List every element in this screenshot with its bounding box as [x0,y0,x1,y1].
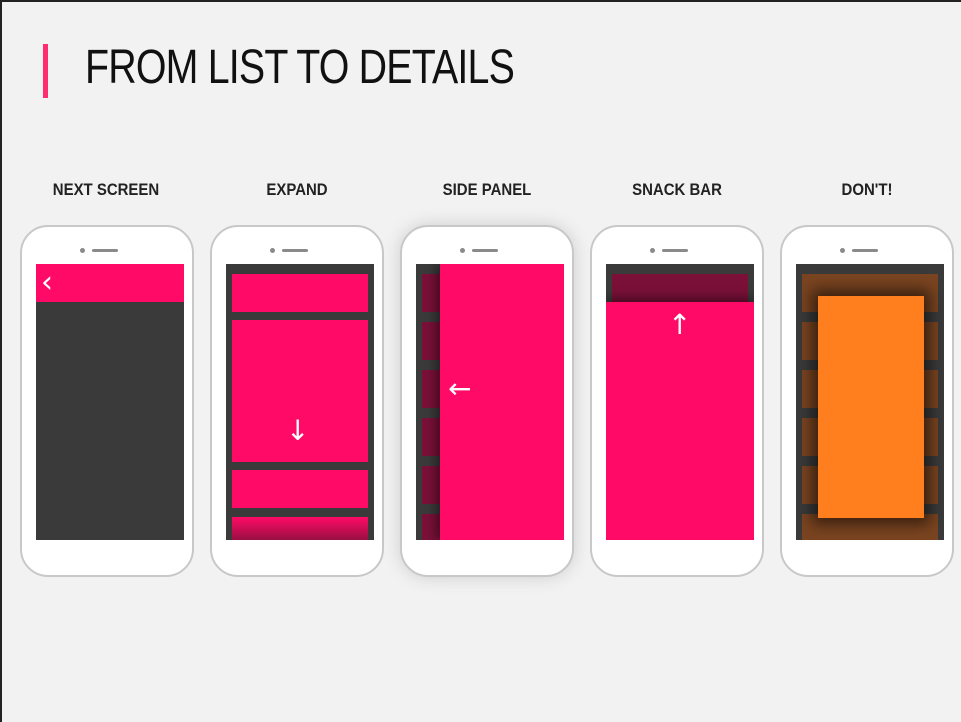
label-expand: EXPAND [266,180,328,199]
phone-next-screen: ‹ [20,225,194,577]
label-dont: DON'T! [841,180,893,199]
phone-side-panel: ← [400,225,574,577]
phone-snack-bar: ↑ [590,225,764,577]
list-item [232,470,368,508]
title-accent-bar [43,44,48,98]
slide: FROM LIST TO DETAILS NEXT SCREEN EXPAND … [0,0,961,722]
speaker-grille [852,249,878,252]
screen: ↓ [226,264,374,540]
screen: ‹ [36,264,184,540]
page-title: FROM LIST TO DETAILS [85,41,515,94]
speaker-grille [92,249,118,252]
app-bar [36,264,184,302]
label-next-screen: NEXT SCREEN [52,180,160,199]
screen [796,264,944,540]
speaker-dot [270,248,275,253]
back-chevron-icon: ‹ [41,265,53,300]
speaker-grille [282,249,308,252]
arrow-up-icon: ↑ [668,308,692,341]
list-item [232,517,368,540]
screen: ↑ [606,264,754,540]
speaker-dot [840,248,845,253]
speaker-dot [650,248,655,253]
speaker-dot [460,248,465,253]
speaker-dot [80,248,85,253]
arrow-left-icon: ← [448,372,472,405]
list-item [232,274,368,312]
phone-dont [780,225,954,577]
speaker-grille [662,249,688,252]
label-side-panel: SIDE PANEL [442,180,532,199]
phone-expand: ↓ [210,225,384,577]
speaker-grille [472,249,498,252]
arrow-down-icon: ↓ [286,414,310,447]
label-snack-bar: SNACK BAR [632,180,722,199]
modal-dialog [818,296,924,518]
screen: ← [416,264,564,540]
